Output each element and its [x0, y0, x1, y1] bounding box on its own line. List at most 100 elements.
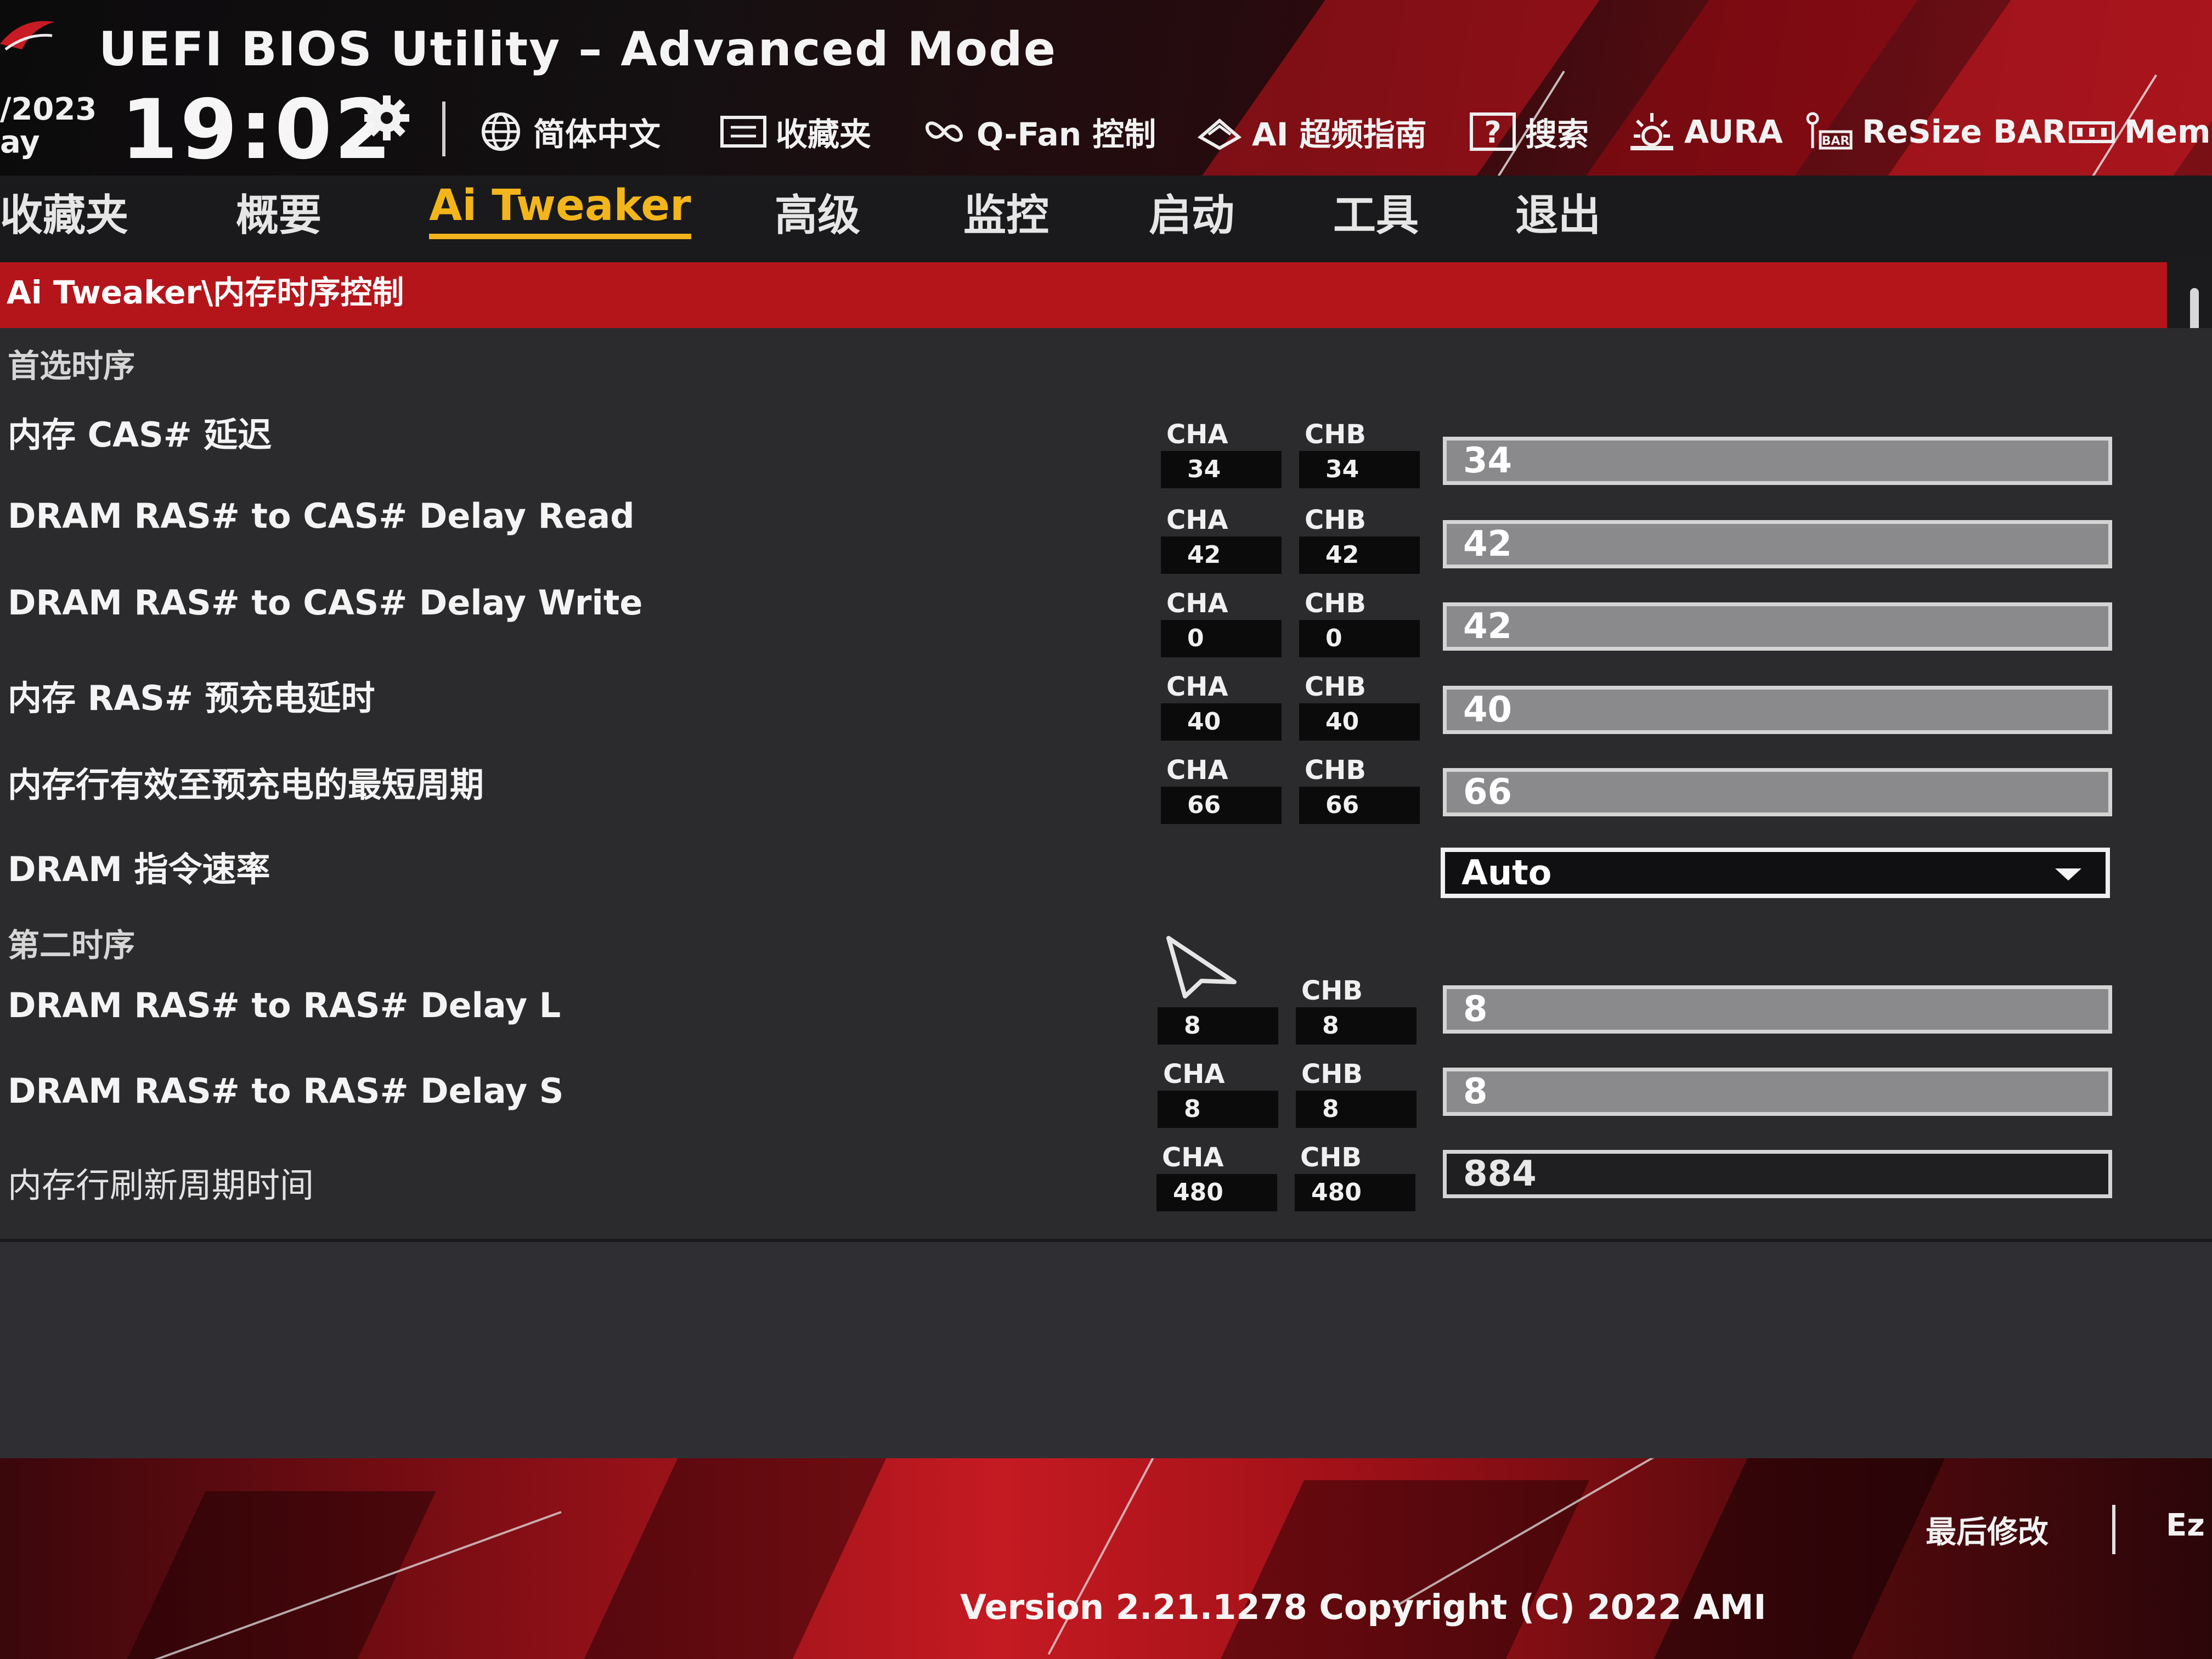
resize-bar-button[interactable]: BAR ReSize BAR: [1805, 107, 2067, 156]
rrd-l-input[interactable]: 8: [1443, 985, 2112, 1034]
memtest-button[interactable]: Mem: [2067, 107, 2211, 156]
channel-a-readout: CHA 480: [1156, 1141, 1277, 1223]
channel-a-readout: CHA 34: [1161, 418, 1282, 500]
channel-a-label: CHA: [1166, 755, 1228, 786]
channel-b-label: CHB: [1301, 1059, 1363, 1090]
search-label: 搜索: [1525, 116, 1589, 153]
rrd-s-input[interactable]: 8: [1443, 1068, 2112, 1116]
qfan-button[interactable]: Q-Fan 控制: [919, 107, 1156, 156]
ai-oc-guide-label: AI 超频指南: [1252, 116, 1427, 153]
version-copyright: Version 2.21.1278 Copyright (C) 2022 AMI: [960, 1587, 1767, 1627]
mouse-cursor-icon: [1166, 936, 1237, 998]
channel-a-label: CHA: [1166, 588, 1228, 619]
aura-label: AURA: [1684, 113, 1783, 150]
clock-time: 19:02: [121, 82, 394, 178]
gear-icon[interactable]: [362, 93, 411, 143]
refresh-cycle-input[interactable]: 884: [1443, 1150, 2112, 1198]
ras-to-cas-read-input[interactable]: 42: [1443, 520, 2112, 568]
svg-text:?: ?: [1484, 115, 1501, 150]
setting-label: 内存 RAS# 预充电延时: [8, 678, 375, 718]
globe-icon: [482, 112, 520, 151]
ai-overclock-icon: [1197, 119, 1242, 150]
channel-a-value: 42: [1161, 537, 1282, 574]
footer-decoration: [584, 1458, 887, 1659]
aura-icon: [1630, 113, 1673, 150]
main-tab-bar: 收藏夹 概要 Ai Tweaker 高级 监控 启动 工具 退出: [0, 176, 2212, 263]
setting-label: 内存行有效至预充电的最短周期: [8, 765, 484, 805]
channel-b-readout: CHB 40: [1299, 670, 1420, 753]
qfan-label: Q-Fan 控制: [977, 116, 1156, 153]
channel-a-label: CHA: [1166, 419, 1228, 450]
rog-logo-icon: [0, 21, 55, 51]
channel-b-value: 8: [1296, 1007, 1417, 1045]
channel-b-value: 8: [1296, 1091, 1417, 1128]
tab-boot[interactable]: 启动: [1149, 181, 1234, 242]
ezmode-button[interactable]: Ez: [2166, 1508, 2205, 1543]
favorites-label: 收藏夹: [776, 116, 872, 153]
ai-oc-guide-button[interactable]: AI 超频指南: [1195, 107, 1427, 156]
channel-a-value: 34: [1161, 451, 1282, 488]
channel-a-value: 8: [1158, 1091, 1278, 1128]
channel-b-readout: CHB 66: [1299, 754, 1420, 836]
date-display: /2023 ay: [0, 93, 97, 159]
channel-b-value: 480: [1295, 1174, 1415, 1211]
tab-overview[interactable]: 概要: [236, 181, 321, 242]
chevron-down-icon: [2055, 868, 2081, 881]
channel-a-label: CHA: [1166, 505, 1228, 535]
channel-a-value: 66: [1161, 787, 1282, 824]
tab-favorites[interactable]: 收藏夹: [0, 181, 128, 242]
footer-divider: [2112, 1505, 2115, 1554]
command-rate-select[interactable]: Auto: [1441, 848, 2110, 898]
channel-b-label: CHB: [1305, 505, 1366, 535]
channel-b-value: 66: [1299, 787, 1420, 824]
channel-b-readout: CHB 8: [1296, 974, 1417, 1057]
channel-a-value: 480: [1156, 1174, 1277, 1211]
favorites-icon: [720, 116, 766, 148]
channel-b-readout: CHB 42: [1299, 504, 1420, 586]
channel-a-label: CHA: [1163, 1059, 1225, 1090]
ras-to-cas-write-input[interactable]: 42: [1443, 602, 2112, 651]
help-search-icon: ?: [1470, 112, 1516, 151]
resize-bar-label: ReSize BAR: [1862, 113, 2067, 150]
favorites-button[interactable]: 收藏夹: [719, 107, 871, 156]
setting-label: 内存 CAS# 延迟: [8, 415, 272, 455]
aura-button[interactable]: AURA: [1627, 107, 1783, 156]
channel-b-readout: CHB 480: [1295, 1141, 1415, 1223]
tab-tool[interactable]: 工具: [1333, 181, 1419, 242]
ras-active-time-input[interactable]: 66: [1443, 768, 2112, 816]
channel-a-value: 40: [1161, 703, 1282, 741]
memtest-icon: [2069, 121, 2115, 143]
memtest-label: Mem: [2124, 113, 2211, 150]
select-value: Auto: [1462, 853, 1552, 893]
section-primary-timings: 首选时序: [8, 347, 136, 385]
channel-b-label: CHB: [1305, 672, 1366, 702]
language-button[interactable]: 简体中文: [476, 107, 661, 156]
footer-decoration: [1654, 1458, 1945, 1659]
setting-label: DRAM RAS# to CAS# Delay Read: [8, 496, 635, 536]
ras-precharge-input[interactable]: 40: [1443, 686, 2112, 734]
header-bar: UEFI BIOS Utility – Advanced Mode /2023 …: [0, 0, 2212, 181]
footer-decoration: [1220, 1480, 1589, 1659]
setting-label: DRAM 指令速率: [8, 849, 270, 889]
cas-latency-input[interactable]: 34: [1443, 437, 2112, 485]
setting-label: DRAM RAS# to RAS# Delay L: [8, 985, 561, 1025]
breadcrumb[interactable]: Ai Tweaker\内存时序控制: [0, 262, 2167, 328]
channel-a-readout: CHA 66: [1161, 754, 1282, 836]
channel-b-label: CHB: [1305, 588, 1366, 619]
search-button[interactable]: ? 搜索: [1468, 107, 1589, 156]
tab-monitor[interactable]: 监控: [963, 181, 1049, 242]
channel-a-readout: CHA 42: [1161, 504, 1282, 586]
app-title: UEFI BIOS Utility – Advanced Mode: [99, 22, 1057, 77]
tab-advanced[interactable]: 高级: [775, 181, 860, 242]
header-divider: [442, 101, 445, 156]
channel-b-readout: CHB 8: [1296, 1058, 1417, 1140]
channel-a-value: 8: [1158, 1007, 1278, 1045]
channel-b-readout: CHB 0: [1299, 587, 1420, 669]
channel-b-value: 40: [1299, 703, 1420, 741]
tab-exit[interactable]: 退出: [1515, 181, 1601, 242]
channel-b-label: CHB: [1300, 1142, 1362, 1173]
channel-b-label: CHB: [1301, 975, 1363, 1006]
last-modified-button[interactable]: 最后修改: [1926, 1508, 2049, 1552]
channel-b-label: CHB: [1305, 419, 1366, 450]
tab-ai-tweaker[interactable]: Ai Tweaker: [429, 181, 691, 239]
